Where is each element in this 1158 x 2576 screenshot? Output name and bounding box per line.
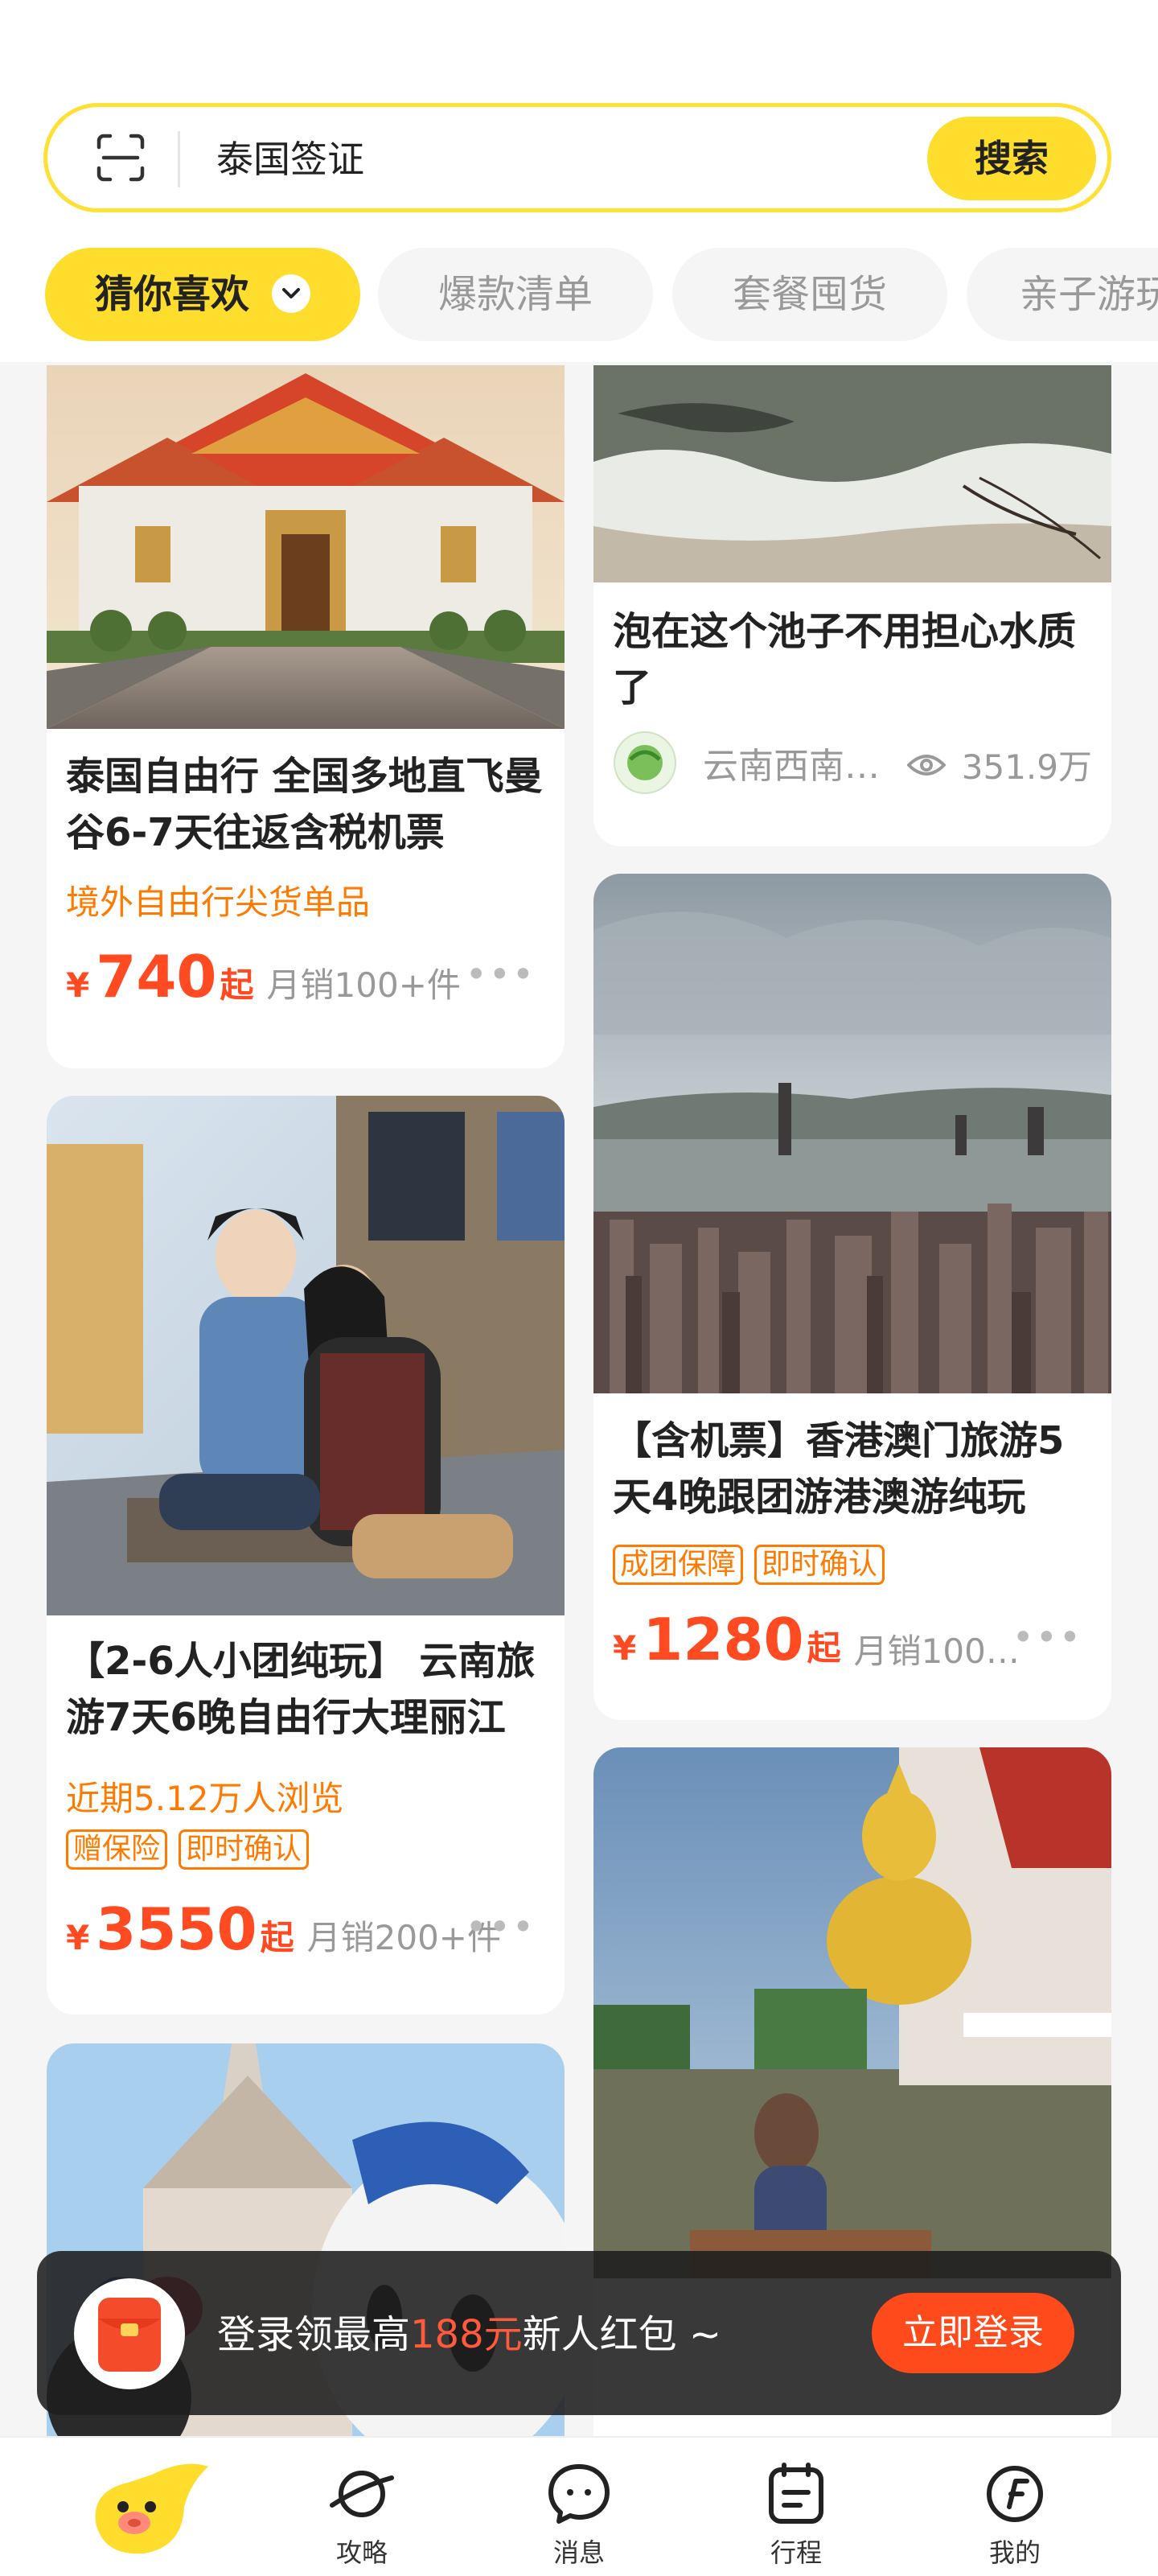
price-suffix: 起 — [220, 965, 254, 1005]
more-icon[interactable]: ••• — [1012, 1615, 1082, 1659]
product-title: 【2-6人小团纯玩】 云南旅游7天6晚自由行大理丽江 — [66, 1639, 536, 1740]
nav-label: 消息 — [552, 2537, 605, 2568]
banner-highlight: 188元 — [410, 2312, 523, 2357]
post-title: 泡在这个池子不用担心水质了 — [613, 609, 1077, 710]
city-skyline-photo — [593, 874, 1111, 1393]
product-card-thailand-trip[interactable]: 泰国自由行 全国多地直飞曼谷6-7天往返含税机票 境外自由行尖货单品 ¥740起… — [47, 365, 565, 1068]
chevron-down-icon[interactable] — [272, 274, 310, 313]
banner-text-before: 登录领最高 — [217, 2312, 411, 2357]
price-row: ¥1280起 月销100+件 — [613, 1606, 1031, 1673]
author-name: 云南西南旅游 — [703, 746, 904, 787]
more-icon[interactable]: ••• — [466, 953, 536, 996]
calendar-icon[interactable] — [760, 2462, 832, 2526]
nav-label: 行程 — [770, 2537, 822, 2568]
bottom-nav: 攻略 消息 行程 我的 — [0, 2436, 1158, 2576]
search-divider — [178, 131, 180, 187]
tag-insurance: 赠保险 — [66, 1829, 168, 1870]
tag-row: 成团保障 即时确认 — [613, 1545, 896, 1585]
tab-hot-list[interactable]: 爆款清单 — [378, 248, 653, 341]
nav-guides[interactable]: 攻略 — [306, 2462, 418, 2570]
planet-icon[interactable] — [326, 2462, 398, 2526]
price-row: ¥3550起 月销200+件 — [66, 1895, 501, 1963]
nav-messages[interactable]: 消息 — [523, 2462, 635, 2570]
nav-profile[interactable]: 我的 — [959, 2462, 1071, 2570]
price-value: 1280 — [643, 1606, 804, 1673]
price-suffix: 起 — [807, 1628, 841, 1668]
nav-home[interactable] — [84, 2459, 212, 2566]
red-envelope-icon — [74, 2278, 185, 2389]
tab-guess-you-like[interactable]: 猜你喜欢 — [45, 248, 360, 341]
banner-message: 登录领最高188元新人红包 ~ — [217, 2302, 721, 2359]
promo-text: 近期5.12万人浏览 — [66, 1779, 344, 1818]
currency-symbol: ¥ — [613, 1628, 637, 1668]
fliggy-home-icon[interactable] — [88, 2459, 208, 2563]
product-title: 泰国自由行 全国多地直飞曼谷6-7天往返含税机票 — [66, 754, 543, 855]
nav-itinerary[interactable]: 行程 — [740, 2462, 852, 2570]
product-title: 【含机票】香港澳门旅游5天4晚跟团游港澳游纯玩 — [613, 1418, 1065, 1520]
more-icon[interactable]: ••• — [466, 1905, 536, 1948]
product-card-hongkong-macau[interactable]: 【含机票】香港澳门旅游5天4晚跟团游港澳游纯玩 成团保障 即时确认 ¥1280起月… — [593, 874, 1111, 1720]
tag-instant-confirm: 即时确认 — [754, 1545, 885, 1585]
promo-text: 境外自由行尖货单品 — [66, 883, 371, 922]
product-card-yunnan-tour[interactable]: 【2-6人小团纯玩】 云南旅游7天6晚自由行大理丽江 近期5.12万人浏览 赠保… — [47, 1096, 565, 2014]
search-button[interactable]: 搜索 — [927, 117, 1096, 200]
tag-row: 赠保险 即时确认 — [66, 1829, 320, 1870]
author-row[interactable]: 云南西南旅游 — [613, 730, 904, 795]
search-input[interactable]: 泰国签证 — [216, 134, 364, 184]
currency-symbol: ¥ — [66, 1918, 90, 1957]
view-count: 351.9万 — [906, 740, 1092, 789]
author-avatar[interactable] — [613, 730, 677, 795]
banner-text-after: 新人红包 ~ — [522, 2312, 722, 2357]
profile-icon[interactable] — [979, 2462, 1051, 2526]
nav-label: 我的 — [988, 2537, 1041, 2568]
eye-icon — [906, 754, 947, 776]
couple-photo — [47, 1096, 565, 1615]
currency-symbol: ¥ — [66, 965, 90, 1005]
view-count-value: 351.9万 — [961, 747, 1092, 787]
search-bar[interactable]: 泰国签证 搜索 — [43, 103, 1111, 212]
price-suffix: 起 — [260, 1918, 294, 1957]
nav-label: 攻略 — [335, 2537, 388, 2568]
price-row: ¥740起 月销100+件 — [66, 943, 461, 1010]
price-value: 740 — [96, 943, 217, 1010]
tab-family-trips[interactable]: 亲子游玩 — [967, 248, 1158, 341]
monthly-sales: 月销100+件 — [266, 965, 461, 1005]
top-bar: 泰国签证 搜索 猜你喜欢 爆款清单 套餐囤货 亲子游玩 — [0, 0, 1158, 362]
tag-instant-confirm: 即时确认 — [179, 1829, 310, 1870]
login-button[interactable]: 立即登录 — [872, 2293, 1074, 2373]
tag-group-guarantee: 成团保障 — [613, 1545, 744, 1585]
tab-package-deals[interactable]: 套餐囤货 — [672, 248, 947, 341]
login-promo-banner[interactable]: 登录领最高188元新人红包 ~ 立即登录 — [37, 2251, 1121, 2415]
message-icon[interactable] — [543, 2462, 615, 2526]
monthly-sales: 月销100+件 — [853, 1632, 1031, 1671]
temple-photo — [47, 365, 565, 729]
tab-label: 猜你喜欢 — [94, 272, 249, 317]
price-value: 3550 — [96, 1895, 257, 1963]
scan-icon[interactable] — [96, 133, 146, 183]
category-tabs: 猜你喜欢 爆款清单 套餐囤货 亲子游玩 — [0, 248, 1158, 343]
golden-buddha-photo — [593, 1747, 1111, 2278]
post-card-pool[interactable]: 泡在这个池子不用担心水质了 云南西南旅游 351.9万 — [593, 365, 1111, 846]
waterfall-photo — [593, 365, 1111, 582]
